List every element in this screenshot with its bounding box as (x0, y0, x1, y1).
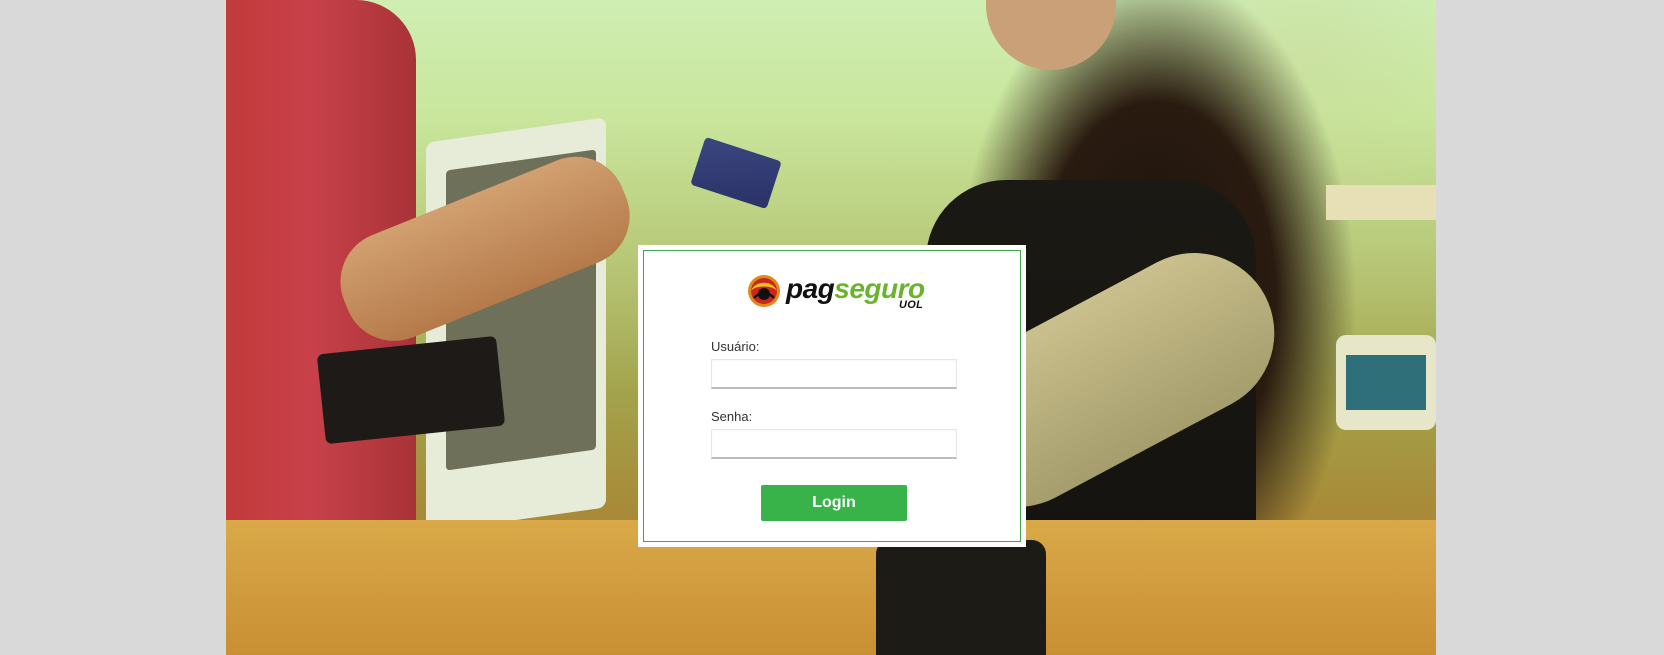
password-label: Senha: (711, 409, 753, 424)
photo-shelf (1326, 185, 1436, 220)
login-panel: pagseguro UOL Usuário: Senha: Login (638, 245, 1026, 547)
password-input[interactable] (711, 429, 957, 459)
username-label: Usuário: (711, 339, 760, 354)
login-panel-inner: pagseguro UOL Usuário: Senha: Login (643, 250, 1021, 542)
photo-wallet (316, 335, 506, 445)
photo-credit-card (690, 136, 782, 210)
photo-register-screen (1346, 355, 1426, 410)
pagseguro-uol-logo-icon: pagseguro UOL (747, 272, 927, 312)
username-input[interactable] (711, 359, 957, 389)
page: pagseguro UOL Usuário: Senha: Login (0, 0, 1664, 655)
login-button[interactable]: Login (761, 485, 907, 521)
logo-wordmark-pag: pag (786, 273, 835, 304)
logo-uol-text: UOL (899, 299, 924, 311)
logo-emblem-icon (748, 275, 780, 307)
photo-card-machine (876, 540, 1046, 655)
